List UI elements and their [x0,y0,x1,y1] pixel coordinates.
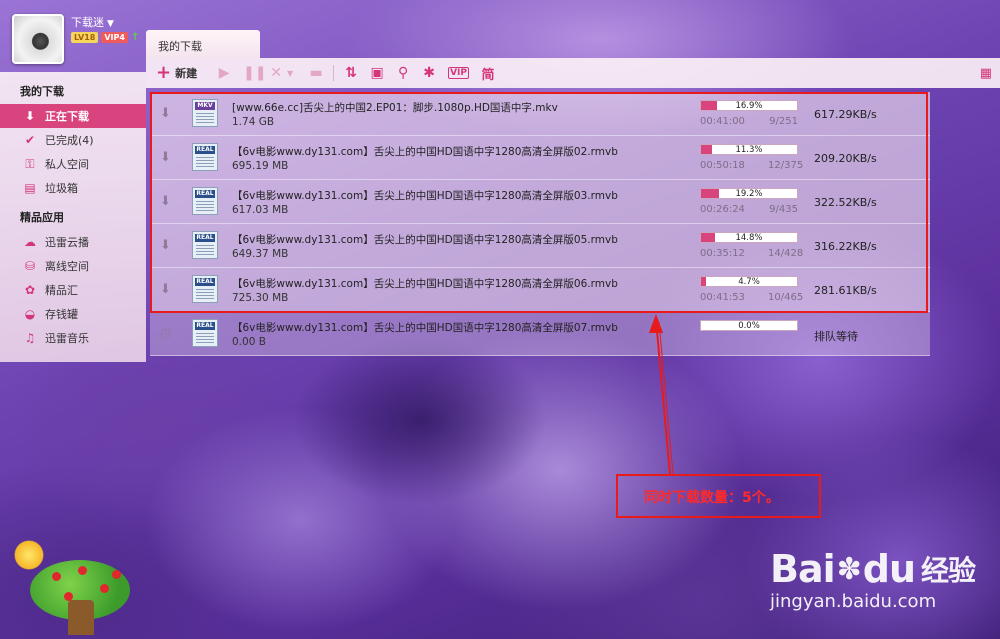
clock-icon[interactable]: ◷ [160,326,171,341]
paw-icon: ✽ [836,551,862,587]
offline-icon: ⛁ [24,259,36,273]
new-task-label: 新建 [175,67,198,80]
new-task-button[interactable]: + 新建 [156,64,197,82]
app-header: 下载迷 ▼ LV18 VIP4 ↑ 我的下载 [0,0,1000,64]
trash-icon: ▤ [24,181,36,195]
vip-badge: VIP4 [101,32,128,43]
baidu-logo: Bai ✽ du 经验 [770,547,976,591]
settings-icon[interactable]: ✱ [422,65,436,81]
apple-icon [112,570,121,579]
plus-icon: + [156,62,172,83]
cloud-play-icon: ☁ [24,235,36,249]
sidebar-item-offline-space[interactable]: ⛁ 离线空间 [0,254,146,278]
gem-icon: ✿ [24,283,36,297]
sidebar-group-apps: 精品应用 [20,211,64,224]
sidebar-item-label: 正在下载 [45,110,89,123]
check-icon: ✔ [24,133,36,147]
sidebar-item-private-space[interactable]: ⚿ 私人空间 [0,152,146,176]
sidebar-item-trash[interactable]: ▤ 垃圾箱 [0,176,146,200]
avatar[interactable] [12,14,64,64]
sidebar-item-label: 离线空间 [45,260,89,273]
lock-icon: ⚿ [25,156,35,171]
sidebar-item-gems[interactable]: ✿ 精品汇 [0,278,146,302]
download-speed: 排队等待 [814,330,858,343]
progress-bar: 0.0% [700,320,798,331]
sidebar-item-cloud-play[interactable]: ☁ 迅雷云播 [0,230,146,254]
sidebar-item-music[interactable]: ♫ 迅雷音乐 [0,326,146,350]
sidebar-item-label: 存钱罐 [45,308,78,321]
tree-trunk [68,600,94,635]
sidebar-item-label: 垃圾箱 [45,182,78,195]
apple-icon [100,584,109,593]
file-name: 【6v电影www.dy131.com】舌尖上的中国HD国语中字1280高清全屏版… [232,322,618,334]
sidebar-item-completed[interactable]: ✔ 已完成(4) [0,128,146,152]
sidebar-item-piggy-bank[interactable]: ◒ 存钱罐 [0,302,146,326]
sidebar-item-label: 私人空间 [45,158,89,171]
sort-icon[interactable]: ⇅ [344,65,358,81]
search-icon[interactable]: ⚲ [396,65,410,81]
piggy-bank-icon: ◒ [24,307,36,321]
toolbar-divider [333,65,335,81]
apple-icon [52,572,61,581]
file-lines [196,333,214,343]
file-type-tag: REAL [195,322,215,330]
sidebar-item-label: 精品汇 [45,284,78,297]
sidebar-item-label: 已完成(4) [45,134,94,147]
file-type-icon: REAL [192,319,218,347]
annotation-callout: 同时下载数量：5个。 [616,474,821,518]
level-badge: LV18 [71,32,99,43]
delete-icon[interactable]: ✕ [269,65,283,81]
username-text: 下载迷 [71,16,104,29]
chevron-down-icon: ▼ [107,19,114,29]
sidebar-group-my-downloads: 我的下载 [20,85,64,98]
vip-icon[interactable]: VIP [448,67,470,79]
logo-text: Bai [770,547,836,591]
pause-icon[interactable]: ❚❚ [243,65,266,81]
logo-cn: 经验 [921,554,976,587]
file-size: 0.00 B [232,336,266,348]
level-up-icon: ↑ [130,32,140,43]
download-icon: ⬇ [24,109,36,123]
progress-percent: 0.0% [738,321,760,331]
username[interactable]: 下载迷 ▼ [71,14,114,30]
music-icon: ♫ [24,331,36,345]
baidu-watermark: Bai ✽ du 经验 jingyan.baidu.com [770,547,976,612]
logo-text-2: du [862,547,916,591]
sidebar-item-label: 迅雷音乐 [45,332,89,345]
highlight-box [150,92,928,313]
toolbar: + 新建 ▶ ❚❚ ✕ ▼ ▬ ⇅ ▣ ⚲ ✱ VIP 简 ▦ [146,58,1000,88]
sun-icon [14,540,44,570]
sidebar-item-downloading[interactable]: ⬇ 正在下载 [0,104,146,128]
tab-my-downloads[interactable]: 我的下载 [146,30,260,58]
details-icon[interactable]: ▣ [370,65,384,81]
grid-view-icon[interactable]: ▦ [980,66,992,81]
apple-icon [64,592,73,601]
delete-dropdown-icon[interactable]: ▼ [283,69,297,78]
open-folder-icon[interactable]: ▬ [309,65,323,81]
play-icon[interactable]: ▶ [217,65,231,81]
watermark-url: jingyan.baidu.com [770,591,937,612]
sidebar: 我的下载 ⬇ 正在下载 ✔ 已完成(4) ⚿ 私人空间 ▤ 垃圾箱 精品应用 ☁… [0,72,146,362]
download-row[interactable]: ◷ REAL 【6v电影www.dy131.com】舌尖上的中国HD国语中字1280… [150,312,930,356]
sidebar-item-label: 迅雷云播 [45,236,89,249]
simplified-chinese-icon[interactable]: 简 [481,64,495,83]
user-badges: LV18 VIP4 ↑ [71,32,139,43]
apple-icon [78,566,87,575]
